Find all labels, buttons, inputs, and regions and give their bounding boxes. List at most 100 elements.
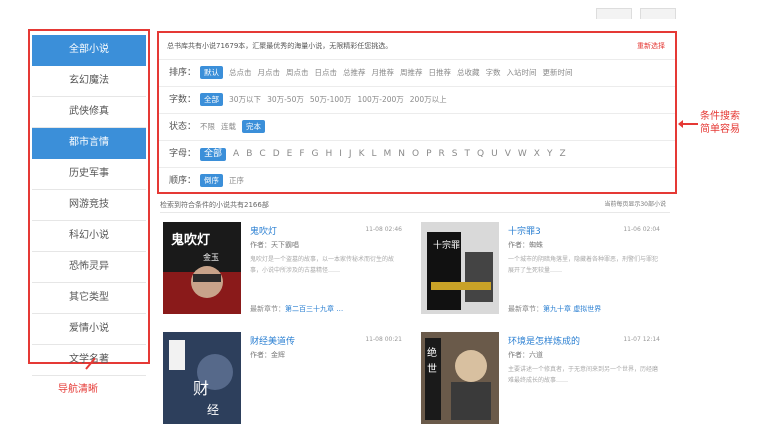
top-tab-button[interactable] (596, 8, 632, 19)
filter-option[interactable]: D (273, 141, 280, 167)
filter-option[interactable]: E (287, 141, 293, 167)
book-latest-chapter: 最新章节：第二百三十九章 … (250, 304, 343, 314)
filter-option[interactable]: 总推荐 (343, 60, 366, 86)
filter-option[interactable]: 字数 (486, 60, 501, 86)
latest-label: 最新章节： (250, 305, 285, 313)
sidebar-item[interactable]: 文学名著 (32, 345, 146, 376)
filter-option[interactable]: 月推荐 (372, 60, 395, 86)
filter-option[interactable]: J (349, 141, 352, 167)
filter-row-label: 排序： (169, 68, 197, 78)
filter-option[interactable]: 周点击 (286, 60, 309, 86)
filter-option[interactable]: 总点击 (229, 60, 252, 86)
filter-option[interactable]: T (465, 141, 471, 167)
book-description: 主要讲述一个修真者，于无意间来到另一个世界，历经磨难最终成长的故事…… (508, 366, 659, 384)
filter-option[interactable]: 30万以下 (229, 87, 261, 113)
filter-option[interactable]: 日推荐 (429, 60, 452, 86)
filter-option[interactable]: Z (559, 141, 565, 167)
sidebar-item[interactable]: 武侠修真 (32, 97, 146, 128)
book-date: 11-06 02:04 (623, 226, 660, 233)
book-cover-image[interactable]: 鬼吹灯 金玉 (163, 222, 241, 314)
filter-option[interactable]: 30万-50万 (267, 87, 304, 113)
filter-option[interactable]: W (518, 141, 527, 167)
top-tab-button[interactable] (640, 8, 676, 19)
filter-option[interactable]: N (398, 141, 405, 167)
filter-option[interactable]: 总收藏 (457, 60, 480, 86)
filter-option[interactable]: 不限 (200, 114, 215, 140)
book-title[interactable]: 鬼吹灯 (250, 224, 277, 237)
latest-chapter-link[interactable]: 第二百三十九章 … (285, 305, 343, 313)
book-date: 11-07 12:14 (623, 336, 660, 343)
book-title[interactable]: 财经美道传 (250, 334, 295, 347)
filter-option[interactable]: 日点击 (315, 60, 338, 86)
filter-option[interactable]: F (299, 141, 304, 167)
book-date: 11-08 00:21 (365, 336, 402, 343)
book-title[interactable]: 十宗罪3 (508, 224, 541, 237)
sidebar-item[interactable]: 全部小说 (32, 35, 146, 66)
filter-option[interactable]: P (426, 141, 431, 167)
sidebar-item[interactable]: 科幻小说 (32, 221, 146, 252)
sidebar-item[interactable]: 都市言情 (32, 128, 146, 159)
filter-option[interactable]: V (505, 141, 511, 167)
filter-caption: 条件搜索 简单容易 (700, 110, 740, 136)
filter-option[interactable]: S (452, 141, 458, 167)
book-card[interactable]: 鬼吹灯 金玉 鬼吹灯 11-08 02:46 作者：天下霸唱 鬼吹灯是一个盗墓的… (160, 218, 410, 318)
filter-option[interactable]: Q (477, 141, 484, 167)
filter-option[interactable]: 月点击 (258, 60, 281, 86)
filter-option[interactable]: H (325, 141, 332, 167)
filter-option[interactable]: 连载 (221, 114, 236, 140)
filter-option[interactable]: 全部 (200, 148, 227, 161)
sidebar-item[interactable]: 历史军事 (32, 159, 146, 190)
filter-option[interactable]: 更新时间 (543, 60, 573, 86)
book-card[interactable]: 十宗罪 十宗罪3 11-06 02:04 作者：蜘蛛 一个城市的阴暗角落里，隐藏… (418, 218, 668, 318)
filter-option[interactable]: C (259, 141, 265, 167)
filter-panel: 总书库共有小说71679本，汇聚最优秀的海量小说，无限精彩任您挑选。 重新选择 … (157, 31, 677, 194)
filter-option[interactable]: L (371, 141, 376, 167)
filter-option[interactable]: 全部 (200, 93, 224, 106)
filter-option[interactable]: 200万以上 (410, 87, 447, 113)
per-page-info: 当前每页显示30部小说 (604, 201, 666, 208)
latest-label: 最新章节： (508, 305, 543, 313)
filter-option[interactable]: K (359, 141, 365, 167)
filter-option[interactable]: Y (547, 141, 553, 167)
filter-option[interactable]: 100万-200万 (357, 87, 403, 113)
sidebar-item[interactable]: 网游竞技 (32, 190, 146, 221)
book-description (250, 364, 405, 408)
book-cover-image[interactable]: 十宗罪 (421, 222, 499, 314)
filter-option[interactable]: G (312, 141, 319, 167)
filter-option[interactable]: X (534, 141, 540, 167)
sidebar-item[interactable]: 其它类型 (32, 283, 146, 314)
filter-header: 总书库共有小说71679本，汇聚最优秀的海量小说，无限精彩任您挑选。 重新选择 (159, 33, 675, 60)
latest-chapter-link[interactable]: 第九十章 虚拟世界 (543, 305, 601, 313)
filter-option[interactable]: B (246, 141, 252, 167)
book-card[interactable]: 财 经 财经美道传 11-08 00:21 作者：金辉 (160, 328, 410, 428)
filter-option[interactable]: 50万-100万 (310, 87, 352, 113)
book-latest-chapter: 最新章节：第九十章 虚拟世界 (508, 304, 601, 314)
sidebar-item[interactable]: 恐怖灵异 (32, 252, 146, 283)
filter-option[interactable]: O (412, 141, 419, 167)
book-card[interactable]: 绝 世 环境是怎样炼成的 11-07 12:14 作者：六道 主要讲述一个修真者… (418, 328, 668, 428)
book-author: 作者：金辉 (250, 351, 285, 359)
filter-option[interactable]: 完本 (242, 120, 266, 133)
book-title[interactable]: 环境是怎样炼成的 (508, 334, 580, 347)
filter-option[interactable]: R (439, 141, 445, 167)
filter-option[interactable]: 周推荐 (400, 60, 423, 86)
filter-option[interactable]: U (491, 141, 498, 167)
book-date: 11-08 02:46 (365, 226, 402, 233)
reset-filter-link[interactable]: 重新选择 (637, 33, 665, 59)
book-cover-image[interactable]: 财 经 (163, 332, 241, 424)
filter-option[interactable]: 入站时间 (507, 60, 537, 86)
filter-option[interactable]: 默认 (200, 66, 224, 79)
filter-option[interactable]: M (384, 141, 392, 167)
filter-option[interactable]: A (233, 141, 239, 167)
results-summary: 检索到符合条件的小说共有2166部 (160, 201, 269, 209)
sort-row: 排序： 默认 总点击 月点击 周点击 日点击 总推荐 月推荐 周推荐 日推荐 总收藏 字数 入站时间 更新… (159, 60, 675, 87)
sidebar-item[interactable]: 爱情小说 (32, 314, 146, 345)
cover-sub-text: 经 (207, 403, 219, 417)
book-cover-image[interactable]: 绝 世 (421, 332, 499, 424)
sidebar-item[interactable]: 玄幻魔法 (32, 66, 146, 97)
status-row: 状态： 不限 连载 完本 (159, 114, 675, 141)
filter-option[interactable]: I (339, 141, 342, 167)
cover-sub-text: 金玉 (203, 252, 219, 262)
filter-option[interactable]: 倒序 (200, 174, 224, 187)
filter-option[interactable]: 正序 (229, 168, 244, 194)
